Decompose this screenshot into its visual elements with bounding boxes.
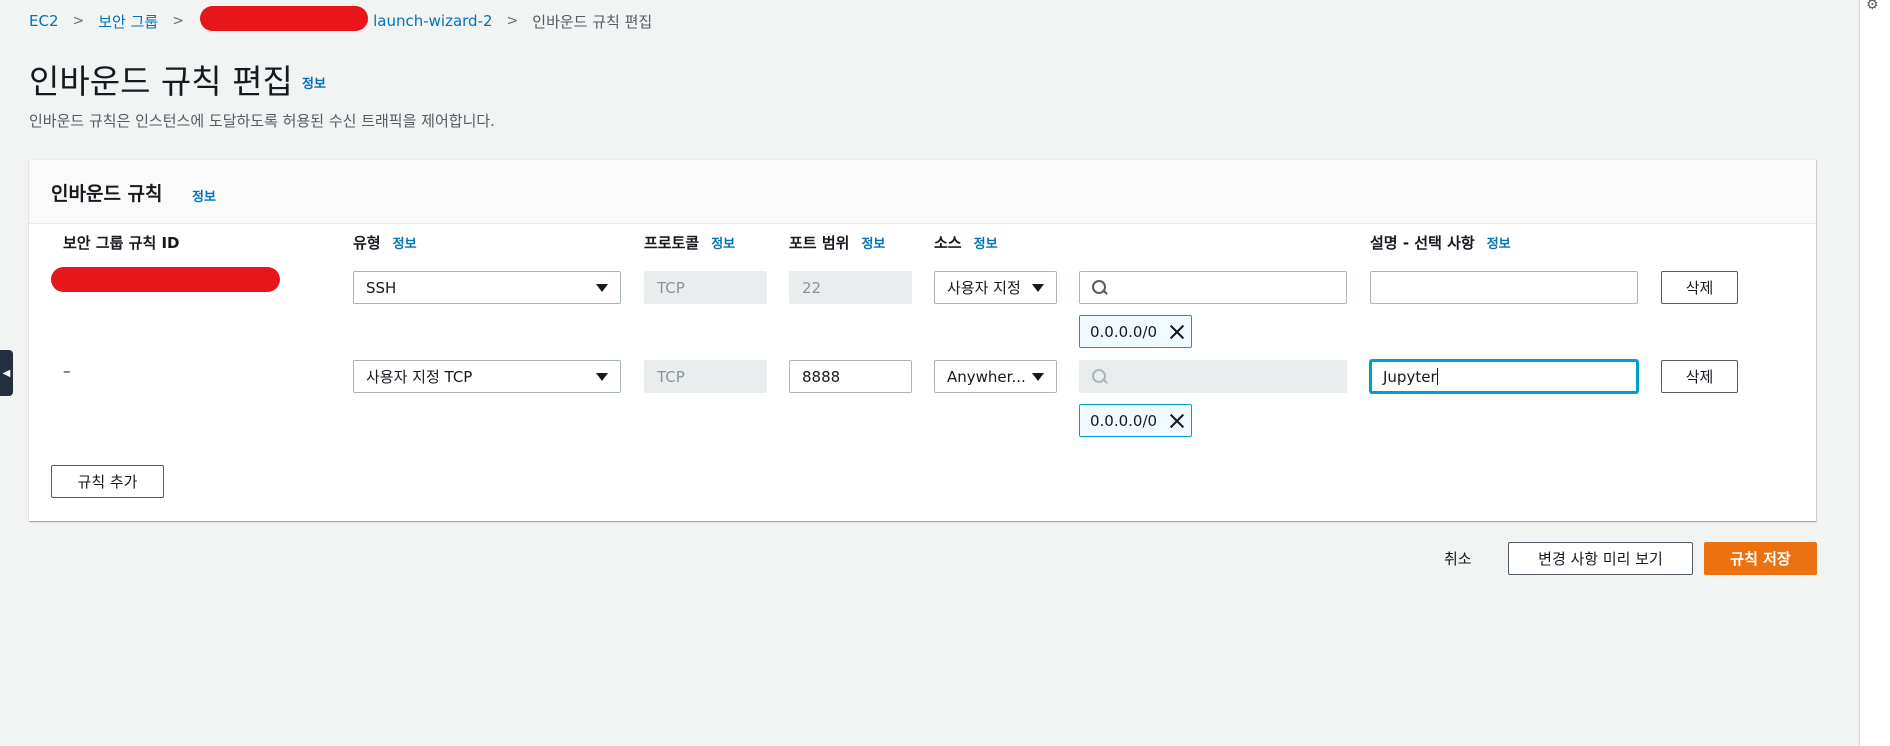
protocol-field: TCP [644, 360, 767, 393]
column-label: 소스 [934, 234, 962, 252]
preview-label: 변경 사항 미리 보기 [1538, 550, 1663, 568]
description-input[interactable]: Jupyter [1370, 360, 1638, 393]
port-range-value: 22 [802, 278, 822, 297]
inbound-rules-panel: 인바운드 규칙 정보 보안 그룹 규칙 ID 유형 정보 프로토콜 정보 포트 범위… [29, 159, 1816, 521]
expand-sidebar-icon[interactable]: ◀ [0, 350, 13, 396]
port-range-input[interactable]: 8888 [789, 360, 912, 393]
cidr-token: 0.0.0.0/0 [1079, 315, 1192, 348]
source-search-input[interactable] [1079, 271, 1347, 304]
column-label: 설명 - 선택 사항 [1370, 234, 1475, 252]
redacted-rule-id [51, 267, 280, 292]
caret-down-icon [596, 373, 608, 381]
port-range-value: 8888 [802, 367, 841, 386]
close-icon[interactable] [1169, 413, 1185, 429]
cancel-button[interactable]: 취소 [1444, 548, 1472, 569]
caret-down-icon [1032, 284, 1044, 292]
source-type-select[interactable]: Anywher... [934, 360, 1057, 393]
protocol-value: TCP [657, 278, 685, 297]
text-cursor [1436, 368, 1438, 385]
source-type-value: Anywher... [947, 367, 1026, 386]
page-info-link[interactable]: 정보 [302, 73, 326, 92]
rule-type-select[interactable]: SSH [353, 271, 621, 304]
column-label: 유형 [353, 234, 381, 252]
cidr-token: 0.0.0.0/0 [1079, 404, 1192, 437]
panel-info-link[interactable]: 정보 [192, 186, 216, 205]
panel-title: 인바운드 규칙 [51, 183, 163, 205]
rule-type-select[interactable]: 사용자 지정 TCP [353, 360, 621, 393]
delete-rule-button[interactable]: 삭제 [1661, 271, 1738, 304]
column-header-source: 소스 정보 [934, 232, 998, 253]
delete-label: 삭제 [1685, 279, 1714, 297]
panel-header: 인바운드 규칙 정보 [29, 160, 1816, 224]
description-value: Jupyter [1383, 367, 1437, 386]
search-icon [1092, 279, 1108, 296]
chevron-right-icon: > [72, 13, 85, 29]
protocol-info-link[interactable]: 정보 [711, 237, 735, 252]
source-search-input [1079, 360, 1347, 393]
page-description: 인바운드 규칙은 인스턴스에 도달하도록 허용된 수신 트래픽을 제어합니다. [29, 112, 495, 130]
breadcrumb-security-group[interactable]: - launch-wizard-2 [363, 12, 493, 30]
column-header-rule-id: 보안 그룹 규칙 ID [63, 232, 180, 253]
rule-type-value: 사용자 지정 TCP [366, 368, 473, 386]
delete-label: 삭제 [1685, 368, 1714, 386]
port-range-info-link[interactable]: 정보 [861, 237, 885, 252]
rule-type-value: SSH [366, 278, 397, 297]
search-icon [1092, 368, 1108, 385]
preview-changes-button[interactable]: 변경 사항 미리 보기 [1508, 542, 1693, 575]
cidr-value: 0.0.0.0/0 [1090, 411, 1158, 430]
description-info-link[interactable]: 정보 [1487, 237, 1511, 252]
save-rules-button[interactable]: 규칙 저장 [1704, 542, 1817, 575]
close-icon[interactable] [1169, 324, 1185, 340]
chevron-right-icon: > [506, 13, 519, 29]
page-title: 인바운드 규칙 편집 [29, 62, 293, 101]
caret-down-icon [1032, 373, 1044, 381]
column-label: 보안 그룹 규칙 ID [63, 234, 180, 252]
settings-icon[interactable]: ⚙ [1866, 0, 1879, 13]
column-header-description: 설명 - 선택 사항 정보 [1370, 232, 1511, 253]
save-label: 규칙 저장 [1730, 550, 1791, 568]
delete-rule-button[interactable]: 삭제 [1661, 360, 1738, 393]
breadcrumb-current: 인바운드 규칙 편집 [532, 12, 653, 31]
source-type-value: 사용자 지정 [947, 279, 1021, 297]
source-type-select[interactable]: 사용자 지정 [934, 271, 1057, 304]
column-label: 포트 범위 [789, 234, 850, 252]
add-rule-button[interactable]: 규칙 추가 [51, 465, 164, 498]
redaction-mark [200, 6, 368, 31]
protocol-field: TCP [644, 271, 767, 304]
breadcrumb-ec2[interactable]: EC2 [29, 12, 59, 30]
column-label: 프로토콜 [644, 234, 700, 252]
column-header-protocol: 프로토콜 정보 [644, 232, 735, 253]
port-range-field: 22 [789, 271, 912, 304]
right-utility-strip [1859, 0, 1890, 746]
caret-down-icon [596, 284, 608, 292]
rule-id-value: – [63, 362, 71, 380]
add-rule-label: 규칙 추가 [77, 473, 138, 491]
description-input[interactable] [1370, 271, 1638, 304]
protocol-value: TCP [657, 367, 685, 386]
type-info-link[interactable]: 정보 [393, 237, 417, 252]
chevron-right-icon: > [172, 13, 184, 29]
column-header-type: 유형 정보 [353, 232, 417, 253]
source-info-link[interactable]: 정보 [974, 237, 998, 252]
cidr-value: 0.0.0.0/0 [1090, 322, 1158, 341]
breadcrumb-security-groups[interactable]: 보안 그룹 [98, 11, 158, 32]
column-header-port-range: 포트 범위 정보 [789, 232, 885, 253]
